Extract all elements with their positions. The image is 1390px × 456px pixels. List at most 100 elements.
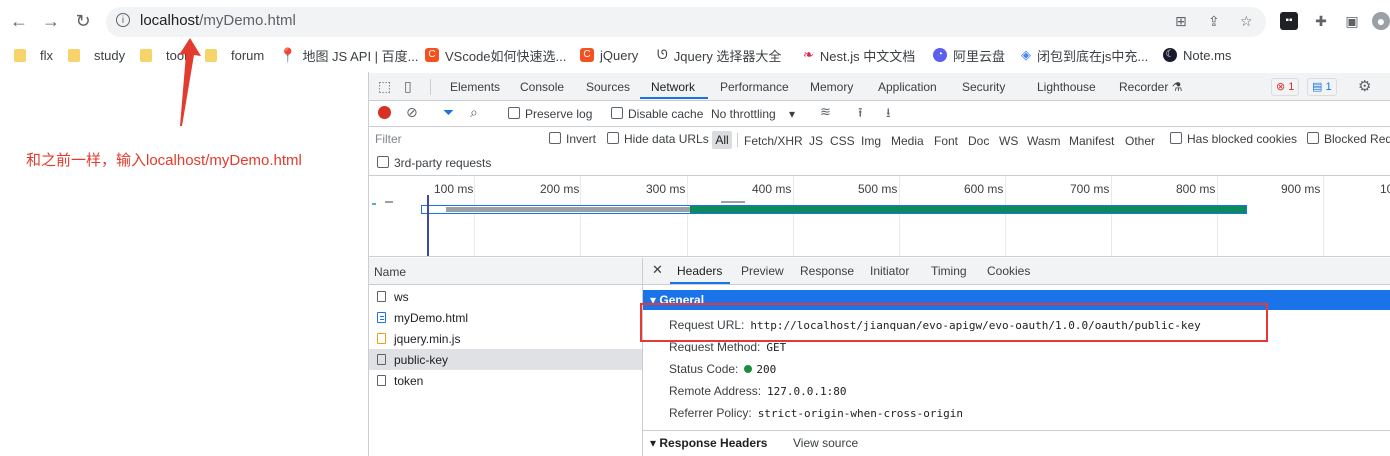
filter-funnel-icon[interactable]: ⏷ — [443, 104, 454, 121]
bookmark-star-icon[interactable]: ☆ — [1240, 13, 1253, 30]
inspect-element-icon[interactable]: ⬚ — [378, 78, 391, 95]
bookmark-item[interactable]: forum — [205, 46, 264, 64]
profile-avatar-icon[interactable]: ● — [1372, 12, 1390, 30]
filter-divider — [737, 133, 738, 147]
filter-js[interactable]: JS — [809, 134, 823, 148]
filter-css[interactable]: CSS — [830, 134, 855, 148]
filter-font[interactable]: Font — [934, 134, 958, 148]
tab-sources[interactable]: Sources — [586, 80, 630, 94]
timeline-tick: 800 ms — [1176, 182, 1216, 196]
filter-all-button[interactable]: All — [712, 131, 732, 149]
url-path: /myDemo.html — [199, 12, 296, 29]
filter-input[interactable]: Filter — [372, 130, 537, 148]
timeline-tick: 200 ms — [540, 182, 580, 196]
file-icon — [377, 291, 386, 302]
message-icon: ▤ — [1312, 81, 1323, 93]
diamond-icon: ◈ — [1021, 47, 1031, 62]
blocked-requests-checkbox[interactable]: Blocked Req — [1307, 132, 1390, 146]
panel-divider[interactable] — [642, 258, 643, 456]
bookmark-item[interactable]: ◔ 阿里云盘 — [933, 46, 1005, 64]
back-arrow-icon[interactable]: ← — [8, 10, 30, 32]
filter-other[interactable]: Other — [1125, 134, 1155, 148]
tab-console[interactable]: Console — [520, 80, 564, 94]
filter-ws[interactable]: WS — [999, 134, 1018, 148]
tab-recorder-label: Recorder — [1119, 80, 1169, 94]
bookmark-item[interactable]: ❧ Nest.js 中文文档 — [803, 46, 915, 64]
request-row-token[interactable]: token — [369, 370, 642, 391]
invert-checkbox[interactable]: Invert — [549, 132, 596, 146]
name-header-label: Name — [374, 265, 407, 279]
tab-performance[interactable]: Performance — [720, 80, 789, 94]
tab-headers[interactable]: Headers — [677, 264, 722, 278]
filter-media[interactable]: Media — [891, 134, 924, 148]
folder-icon — [140, 48, 152, 62]
tab-network[interactable]: Network — [651, 80, 695, 94]
file-icon — [377, 375, 386, 386]
record-icon[interactable] — [378, 106, 391, 119]
device-toggle-icon[interactable]: ▯ — [404, 78, 412, 95]
timeline-tick: 500 ms — [858, 182, 898, 196]
blocked-cookies-checkbox[interactable]: Has blocked cookies — [1170, 132, 1297, 146]
tab-application[interactable]: Application — [878, 80, 937, 94]
bookmark-item[interactable]: C VScode如何快速选... — [425, 46, 566, 64]
share-icon[interactable]: ⇪ — [1208, 13, 1220, 30]
bookmark-item[interactable]: ◈ 闭包到底在js中充... — [1021, 46, 1148, 64]
bookmark-item[interactable]: ᘎ Jquery 选择器大全 — [657, 46, 781, 64]
side-panel-icon[interactable]: ▣ — [1343, 12, 1361, 30]
close-icon[interactable]: ✕ — [652, 262, 663, 278]
third-party-checkbox[interactable]: 3rd-party requests — [377, 156, 491, 170]
translate-icon[interactable]: ⊞ — [1175, 13, 1187, 30]
export-har-icon[interactable]: ⭳ — [886, 104, 891, 126]
preserve-log-checkbox[interactable]: Preserve log — [508, 107, 592, 121]
view-source-link[interactable]: View source — [793, 436, 858, 450]
request-row-mydemo[interactable]: myDemo.html — [369, 307, 642, 328]
filter-fetch-xhr[interactable]: Fetch/XHR — [744, 134, 803, 148]
timeline-tick: 100 ms — [434, 182, 474, 196]
filter-img[interactable]: Img — [861, 134, 881, 148]
filter-doc[interactable]: Doc — [968, 134, 989, 148]
gridline — [474, 176, 475, 256]
url-text[interactable]: localhost/myDemo.html — [140, 12, 296, 29]
throttling-select[interactable]: No throttling ▾ — [711, 107, 795, 121]
timeline-cursor[interactable] — [427, 195, 429, 256]
tab-elements[interactable]: Elements — [450, 80, 500, 94]
clear-icon[interactable]: ⊘ — [406, 104, 418, 121]
disable-cache-checkbox[interactable]: Disable cache — [611, 107, 703, 121]
message-badge[interactable]: ▤ 1 — [1307, 78, 1337, 96]
bookmark-item[interactable]: 📍 地图 JS API | 百度... — [279, 46, 419, 64]
request-row-jquery[interactable]: jquery.min.js — [369, 328, 642, 349]
tab-lighthouse[interactable]: Lighthouse — [1037, 80, 1096, 94]
puzzle-icon[interactable]: ✚ — [1312, 12, 1330, 30]
request-row-ws[interactable]: ws — [369, 286, 642, 307]
site-info-icon[interactable]: i — [116, 13, 130, 27]
tab-response[interactable]: Response — [800, 264, 854, 278]
bookmark-item[interactable]: study — [68, 46, 125, 64]
settings-gear-icon[interactable]: ⚙ — [1358, 77, 1371, 95]
search-icon[interactable]: ⌕ — [470, 104, 478, 121]
import-har-icon[interactable]: ⭱ — [858, 104, 863, 126]
name-column-header[interactable] — [369, 258, 642, 285]
tab-preview[interactable]: Preview — [741, 264, 784, 278]
request-row-public-key[interactable]: public-key — [369, 349, 642, 370]
bookmark-item[interactable]: ☾ Note.ms — [1163, 46, 1231, 64]
network-conditions-icon[interactable]: ≋ — [820, 104, 831, 120]
annotation-text: 和之前一样，输入localhost/myDemo.html — [26, 152, 302, 169]
error-badge[interactable]: ⊗ 1 — [1271, 78, 1300, 96]
folder-icon — [68, 48, 80, 62]
forward-arrow-icon[interactable]: → — [40, 10, 62, 32]
tab-cookies[interactable]: Cookies — [987, 264, 1030, 278]
response-headers-toggle[interactable]: ▾ Response Headers — [650, 436, 767, 450]
hide-data-urls-checkbox[interactable]: Hide data URLs — [607, 132, 709, 146]
bookmark-item[interactable]: CjQuery — [580, 46, 638, 64]
tab-memory[interactable]: Memory — [810, 80, 853, 94]
extension-icon[interactable]: ▪▪ — [1280, 12, 1298, 30]
tab-timing[interactable]: Timing — [931, 264, 967, 278]
bookmark-item[interactable]: flx — [14, 46, 53, 64]
filter-wasm[interactable]: Wasm — [1027, 134, 1061, 148]
tab-initiator[interactable]: Initiator — [870, 264, 909, 278]
tab-recorder[interactable]: Recorder ⚗ — [1119, 80, 1182, 94]
tab-security[interactable]: Security — [962, 80, 1005, 94]
reload-icon[interactable]: ↻ — [72, 10, 94, 32]
filter-manifest[interactable]: Manifest — [1069, 134, 1114, 148]
timeline-tick: 10 — [1380, 182, 1390, 196]
